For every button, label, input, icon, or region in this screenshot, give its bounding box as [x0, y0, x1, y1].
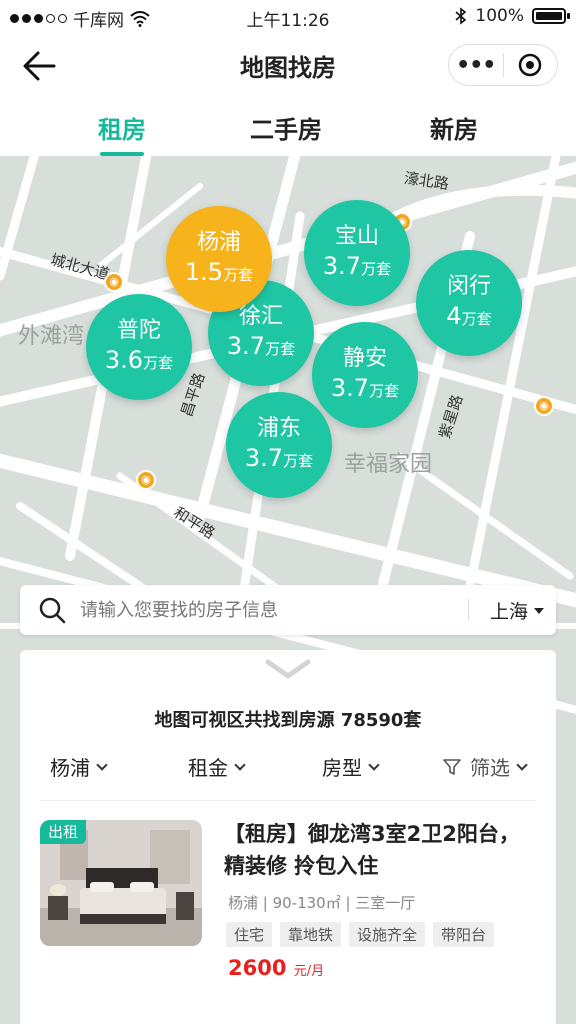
listing-photo: 出租	[40, 820, 202, 946]
filter-label: 筛选	[470, 756, 510, 780]
listing-tag: 住宅	[226, 922, 273, 947]
map-area-label: 幸福家园	[344, 452, 433, 477]
listing-card[interactable]: 出租 【租房】御龙湾3室2卫2阳台，精装修 拎包入住 杨浦 | 90-130㎡ …	[40, 820, 536, 1020]
listing-price: 2600 元/月	[228, 956, 324, 980]
divider	[40, 800, 536, 801]
district-count: 1.5万套	[184, 257, 254, 286]
back-arrow-icon	[23, 51, 56, 81]
status-right: 100%	[455, 6, 570, 26]
chevron-down-icon	[516, 758, 528, 771]
district-name: 杨浦	[196, 229, 241, 255]
listing-tag: 带阳台	[433, 922, 495, 947]
city-selector[interactable]: 上海	[490, 597, 545, 624]
listing-title: 【租房】御龙湾3室2卫2阳台，精装修 拎包入住	[224, 822, 520, 878]
price-unit: 元/月	[293, 964, 325, 979]
district-name: 普陀	[116, 317, 161, 343]
battery-percent: 100%	[475, 6, 524, 26]
filter-label: 杨浦	[50, 756, 90, 780]
district-bubble-minhang[interactable]: 闵行 4万套	[416, 250, 522, 356]
filter-rent[interactable]: 租金	[188, 752, 246, 781]
search-input[interactable]	[80, 593, 440, 627]
district-bubble-pudong[interactable]: 浦东 3.7万套	[226, 392, 332, 498]
close-mini-program-button[interactable]	[504, 52, 558, 78]
district-name: 宝山	[334, 223, 379, 249]
district-bubble-jingan[interactable]: 静安 3.7万套	[312, 322, 418, 428]
tab-new-home[interactable]: 新房	[430, 110, 478, 145]
tab-second-hand-label: 二手房	[250, 116, 322, 144]
filter-more[interactable]: 筛选	[442, 752, 528, 781]
mini-program-capsule: •••	[448, 44, 558, 86]
tab-second-hand[interactable]: 二手房	[250, 110, 322, 145]
back-button[interactable]	[20, 46, 60, 86]
shop-poi-icon[interactable]: ◉	[104, 272, 124, 292]
tab-rent[interactable]: 租房	[98, 110, 146, 156]
filter-label: 租金	[188, 756, 228, 780]
district-count: 4万套	[446, 301, 492, 330]
status-bar: 千库网 上午11:26 100%	[0, 0, 576, 34]
district-count: 3.7万套	[244, 443, 314, 472]
district-name: 静安	[342, 345, 387, 371]
district-name: 徐汇	[238, 303, 283, 329]
district-name: 浦东	[256, 415, 301, 441]
battery-icon	[532, 8, 570, 24]
district-bubble-yangpu[interactable]: 杨浦 1.5万套	[166, 206, 272, 312]
caret-down-icon	[534, 607, 545, 614]
filter-label: 房型	[322, 756, 362, 780]
search-bar: 上海	[20, 585, 556, 635]
chevron-down-icon	[234, 758, 246, 771]
filter-room-type[interactable]: 房型	[322, 752, 380, 781]
funnel-icon	[443, 758, 461, 775]
district-count: 3.7万套	[322, 251, 392, 280]
rent-badge: 出租	[40, 820, 86, 844]
shop-poi-icon[interactable]: ◉	[136, 470, 156, 490]
results-summary: 地图可视区共找到房源 78590套	[154, 710, 422, 731]
district-count: 3.7万套	[330, 373, 400, 402]
district-count: 3.6万套	[104, 345, 174, 374]
chevron-down-icon	[96, 758, 108, 771]
price-value: 2600	[228, 956, 287, 980]
filter-district[interactable]: 杨浦	[50, 752, 108, 781]
listing-tags: 住宅 靠地铁 设施齐全 带阳台	[226, 922, 495, 947]
shop-poi-icon[interactable]: ◉	[534, 396, 554, 416]
more-menu-button[interactable]: •••	[449, 53, 503, 78]
listing-meta: 杨浦 | 90-130㎡ | 三室一厅	[228, 894, 416, 912]
search-divider	[468, 599, 469, 621]
district-name: 闵行	[446, 273, 491, 299]
tab-rent-label: 租房	[98, 116, 146, 144]
target-icon	[519, 53, 542, 77]
listing-tag: 靠地铁	[280, 922, 342, 947]
tab-bar: 租房 二手房 新房	[0, 96, 576, 156]
district-bubble-baoshan[interactable]: 宝山 3.7万套	[304, 200, 410, 306]
tab-new-home-label: 新房	[430, 116, 478, 144]
map-area-label: 外滩湾	[18, 324, 85, 349]
collapse-chevron-icon[interactable]	[264, 656, 312, 682]
listing-tag: 设施齐全	[349, 922, 426, 947]
city-label: 上海	[490, 601, 529, 623]
filter-bar: 杨浦 租金 房型 筛选	[20, 748, 556, 788]
results-panel: 地图可视区共找到房源 78590套 杨浦 租金 房型 筛选 出租 【租房】御龙湾…	[20, 650, 556, 1024]
bluetooth-icon	[455, 7, 467, 25]
nav-bar: 地图找房 •••	[0, 34, 576, 96]
chevron-down-icon	[368, 758, 380, 771]
district-count: 3.7万套	[226, 331, 296, 360]
district-bubble-putuo[interactable]: 普陀 3.6万套	[86, 294, 192, 400]
search-icon	[39, 597, 66, 624]
